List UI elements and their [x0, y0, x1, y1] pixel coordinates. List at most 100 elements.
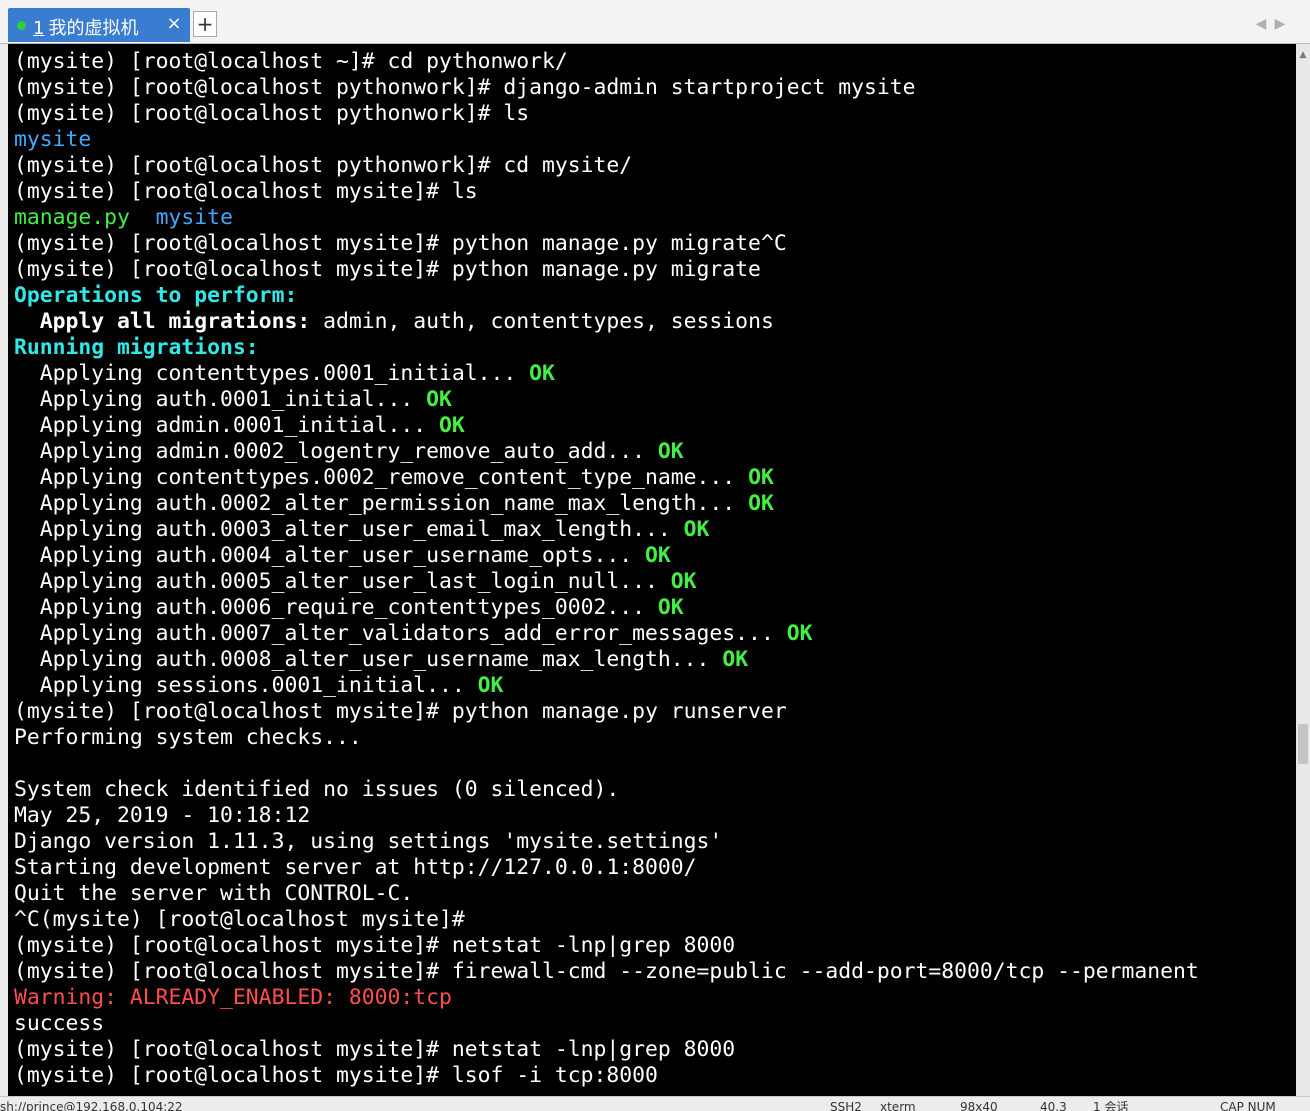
terminal-text: (mysite) [root@localhost pythonwork]# cd… — [14, 153, 633, 178]
terminal-line: Applying auth.0001_initial... OK — [14, 387, 1296, 413]
terminal-text: System check identified no issues (0 sil… — [14, 777, 620, 802]
terminal-text: OK — [748, 465, 774, 490]
terminal-line: (mysite) [root@localhost pythonwork]# ls — [14, 101, 1296, 127]
terminal-text: (mysite) [root@localhost ~]# cd pythonwo… — [14, 49, 568, 74]
terminal-text: OK — [657, 595, 684, 620]
terminal-text: Starting development server at http://12… — [14, 855, 697, 880]
tab-scroll-left-icon[interactable]: ◀ — [1254, 14, 1268, 34]
terminal-text: Applying auth.0007_alter_validators_add_… — [14, 621, 787, 646]
terminal-text: (mysite) [root@localhost mysite]# netsta… — [14, 933, 736, 958]
terminal-line: Starting development server at http://12… — [14, 855, 1296, 881]
terminal-text: OK — [683, 517, 710, 542]
terminal-line: Running migrations: — [14, 335, 1296, 361]
terminal-text: Applying contenttypes.0001_initial... — [14, 361, 530, 386]
terminal-text: ^C(mysite) [root@localhost mysite]# — [14, 907, 465, 932]
terminal-text: OK — [670, 569, 697, 594]
terminal-text: Applying auth.0001_initial... — [14, 387, 427, 412]
scroll-up-icon[interactable]: ▲ — [1296, 48, 1310, 62]
terminal-text: (mysite) [root@localhost mysite]# python… — [14, 231, 787, 256]
terminal-text: (mysite) [root@localhost mysite]# python… — [14, 257, 761, 282]
status-position: 40,3 — [1040, 1100, 1067, 1111]
terminal-text: (mysite) [root@localhost mysite]# lsof -… — [14, 1063, 658, 1088]
tab-bar: 1 我的虚拟机 × + ◀ ▶ — [0, 0, 1310, 44]
terminal-line: Operations to perform: — [14, 283, 1296, 309]
terminal-text: Applying auth.0006_require_contenttypes_… — [14, 595, 658, 620]
terminal-line: manage.py mysite — [14, 205, 1296, 231]
terminal-text: OK — [426, 387, 452, 412]
terminal-line: (mysite) [root@localhost mysite]# firewa… — [14, 959, 1296, 985]
connection-status-icon — [17, 21, 26, 30]
terminal-line: (mysite) [root@localhost ~]# cd pythonwo… — [14, 49, 1296, 75]
terminal-text: (mysite) [root@localhost mysite]# ls — [14, 179, 478, 204]
terminal-line: Django version 1.11.3, using settings 'm… — [14, 829, 1296, 855]
terminal-line: Warning: ALREADY_ENABLED: 8000:tcp — [14, 985, 1296, 1011]
terminal-line: May 25, 2019 - 10:18:12 — [14, 803, 1296, 829]
tab-scroll-right-icon[interactable]: ▶ — [1273, 14, 1287, 34]
tab-session-1[interactable]: 1 我的虚拟机 × — [8, 8, 190, 42]
terminal-line: Applying admin.0001_initial... OK — [14, 413, 1296, 439]
terminal-line: ^C(mysite) [root@localhost mysite]# — [14, 907, 1296, 933]
terminal-line: Applying auth.0005_alter_user_last_login… — [14, 569, 1296, 595]
terminal-text: OK — [748, 491, 774, 516]
terminal-text: Applying auth.0003_alter_user_email_max_… — [14, 517, 684, 542]
terminal-line: (mysite) [root@localhost mysite]# python… — [14, 699, 1296, 725]
terminal-text: Applying admin.0001_initial... — [14, 413, 439, 438]
terminal-text: OK — [529, 361, 555, 386]
tab-title: 1 我的虚拟机 — [33, 14, 138, 40]
scrollbar-thumb[interactable] — [1298, 724, 1308, 764]
terminal-scrollbar[interactable]: ▲ — [1296, 44, 1310, 1096]
terminal-line: (mysite) [root@localhost mysite]# ls — [14, 179, 1296, 205]
add-tab-button[interactable]: + — [193, 11, 217, 37]
terminal-text: Quit the server with CONTROL-C. — [14, 881, 414, 906]
terminal-text: OK — [657, 439, 684, 464]
close-tab-icon[interactable]: × — [164, 12, 184, 36]
terminal-text: OK — [786, 621, 813, 646]
terminal-text: Applying contenttypes.0002_remove_conten… — [14, 465, 749, 490]
terminal-text: admin, auth, contenttypes, sessions — [310, 309, 774, 334]
status-bar: sh://prince@192.168.0.104:22 SSH2 xterm 98x… — [0, 1096, 1310, 1111]
terminal-text: mysite — [155, 205, 233, 230]
terminal-line: Quit the server with CONTROL-C. — [14, 881, 1296, 907]
terminal-text: success — [14, 1011, 105, 1036]
status-caps-num: CAP NUM — [1220, 1100, 1276, 1111]
terminal-line: (mysite) [root@localhost mysite]# lsof -… — [14, 1063, 1296, 1089]
terminal-line: success — [14, 1011, 1296, 1037]
terminal-text: Applying auth.0008_alter_user_username_m… — [14, 647, 723, 672]
terminal-line: (mysite) [root@localhost mysite]# python… — [14, 231, 1296, 257]
terminal-text: Applying sessions.0001_initial... — [14, 673, 478, 698]
terminal-text: mysite — [14, 127, 92, 152]
terminal-line: Applying auth.0008_alter_user_username_m… — [14, 647, 1296, 673]
terminal-text: Django version 1.11.3, using settings 'm… — [14, 829, 723, 854]
status-terminal-type: xterm — [880, 1100, 916, 1111]
terminal-text: OK — [645, 543, 671, 568]
terminal-line: (mysite) [root@localhost mysite]# python… — [14, 257, 1296, 283]
terminal-line: Applying contenttypes.0002_remove_conten… — [14, 465, 1296, 491]
terminal-line: (mysite) [root@localhost mysite]# netsta… — [14, 1037, 1296, 1063]
terminal-text: (mysite) [root@localhost mysite]# firewa… — [14, 959, 1199, 984]
terminal-line: mysite — [14, 127, 1296, 153]
terminal-text: Applying auth.0004_alter_user_username_o… — [14, 543, 646, 568]
terminal-text: Performing system checks... — [14, 725, 362, 750]
terminal-output[interactable]: (mysite) [root@localhost ~]# cd pythonwo… — [8, 44, 1296, 1096]
status-connection: sh://prince@192.168.0.104:22 — [0, 1100, 183, 1111]
terminal-line: Applying auth.0006_require_contenttypes_… — [14, 595, 1296, 621]
terminal-text: Warning: ALREADY_ENABLED: 8000:tcp — [14, 985, 452, 1010]
xshell-window: 1 我的虚拟机 × + ◀ ▶ (mysite) [root@localhost … — [0, 0, 1310, 1111]
terminal-line: Applying admin.0002_logentry_remove_auto… — [14, 439, 1296, 465]
terminal-text: OK — [438, 413, 465, 438]
terminal-line: Applying sessions.0001_initial... OK — [14, 673, 1296, 699]
terminal-text: May 25, 2019 - 10:18:12 — [14, 803, 311, 828]
terminal-line: System check identified no issues (0 sil… — [14, 777, 1296, 803]
terminal-text: (mysite) [root@localhost mysite]# netsta… — [14, 1037, 736, 1062]
terminal-text: Running migrations: — [14, 335, 259, 360]
status-sessions: 1 会话 — [1093, 1100, 1129, 1111]
terminal-line: (mysite) [root@localhost mysite]# netsta… — [14, 933, 1296, 959]
terminal-line: Applying auth.0004_alter_user_username_o… — [14, 543, 1296, 569]
status-size: 98x40 — [960, 1100, 998, 1111]
terminal-line: Applying contenttypes.0001_initial... OK — [14, 361, 1296, 387]
terminal-line: (mysite) [root@localhost pythonwork]# dj… — [14, 75, 1296, 101]
tab-number: 1 — [33, 18, 45, 39]
terminal-text: (mysite) [root@localhost mysite]# python… — [14, 699, 787, 724]
